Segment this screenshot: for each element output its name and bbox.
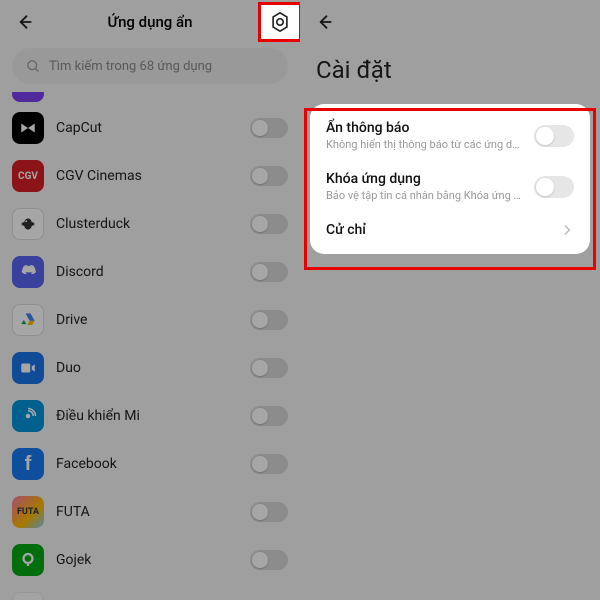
futa-icon: FUTA <box>12 496 44 528</box>
app-label: CGV Cinemas <box>56 168 238 184</box>
chevron-right-icon <box>560 223 574 237</box>
list-item[interactable]: Clusterduck <box>12 200 288 248</box>
app-label: Duo <box>56 360 238 376</box>
list-item[interactable]: CGV CGV Cinemas <box>12 152 288 200</box>
app-label: Facebook <box>56 456 238 472</box>
list-item[interactable]: Drive <box>12 296 288 344</box>
discord-icon <box>12 256 44 288</box>
hide-notifications-row[interactable]: Ẩn thông báo Không hiển thị thông báo từ… <box>310 110 590 161</box>
app-toggle[interactable] <box>250 406 288 426</box>
facebook-icon: f <box>12 448 44 480</box>
app-label: Clusterduck <box>56 216 238 232</box>
app-list: CapCut CGV CGV Cinemas Clusterduck Disco… <box>0 92 300 600</box>
list-item[interactable]: Gojek <box>12 536 288 584</box>
app-toggle[interactable] <box>250 118 288 138</box>
setting-subtitle: Bảo vệ tập tin cá nhân bằng Khóa ứng dụn… <box>326 189 524 202</box>
app-toggle[interactable] <box>250 454 288 474</box>
app-lock-toggle[interactable] <box>534 176 574 198</box>
list-item[interactable]: Google Podcasts <box>12 584 288 600</box>
partial-app-icon <box>12 92 44 102</box>
app-toggle[interactable] <box>250 358 288 378</box>
mi-remote-icon <box>12 400 44 432</box>
drive-icon <box>12 304 44 336</box>
back-arrow-icon <box>314 12 334 32</box>
app-label: Gojek <box>56 552 238 568</box>
gojek-icon <box>12 544 44 576</box>
settings-title: Cài đặt <box>300 44 600 104</box>
app-toggle[interactable] <box>250 166 288 186</box>
list-item[interactable]: Duo <box>12 344 288 392</box>
list-item[interactable]: Discord <box>12 248 288 296</box>
search-icon <box>26 59 41 74</box>
setting-title: Cử chỉ <box>326 222 550 238</box>
right-header <box>300 0 600 44</box>
capcut-icon <box>12 112 44 144</box>
app-toggle[interactable] <box>250 214 288 234</box>
page-title: Ứng dụng ẩn <box>108 13 193 31</box>
app-label: Discord <box>56 264 238 280</box>
clusterduck-icon <box>12 208 44 240</box>
app-label: FUTA <box>56 504 238 520</box>
app-label: Điều khiển Mi <box>56 408 238 424</box>
hide-notifications-toggle[interactable] <box>534 125 574 147</box>
setting-title: Khóa ứng dụng <box>326 171 524 187</box>
gesture-row[interactable]: Cử chỉ <box>310 212 590 248</box>
app-label: Drive <box>56 312 238 328</box>
app-lock-row[interactable]: Khóa ứng dụng Bảo vệ tập tin cá nhân bằn… <box>310 161 590 212</box>
settings-gear-button[interactable] <box>252 4 288 40</box>
back-button[interactable] <box>312 10 336 34</box>
cgv-icon: CGV <box>12 160 44 192</box>
list-item[interactable]: f Facebook <box>12 440 288 488</box>
hidden-apps-panel: Ứng dụng ẩn Tìm kiếm trong 68 ứng dụng C… <box>0 0 300 600</box>
list-item[interactable]: CapCut <box>12 104 288 152</box>
setting-subtitle: Không hiển thị thông báo từ các ứng dụng… <box>326 138 524 151</box>
search-input[interactable]: Tìm kiếm trong 68 ứng dụng <box>12 48 288 84</box>
app-toggle[interactable] <box>250 310 288 330</box>
app-toggle[interactable] <box>250 502 288 522</box>
list-item[interactable]: Điều khiển Mi <box>12 392 288 440</box>
app-toggle[interactable] <box>250 262 288 282</box>
settings-panel: Cài đặt Ẩn thông báo Không hiển thị thôn… <box>300 0 600 600</box>
search-placeholder: Tìm kiếm trong 68 ứng dụng <box>49 59 212 74</box>
settings-group: Ẩn thông báo Không hiển thị thông báo từ… <box>310 104 590 254</box>
app-label: CapCut <box>56 120 238 136</box>
setting-title: Ẩn thông báo <box>326 120 524 136</box>
left-header: Ứng dụng ẩn <box>0 0 300 44</box>
podcasts-icon <box>12 592 44 600</box>
list-item[interactable]: FUTA FUTA <box>12 488 288 536</box>
app-toggle[interactable] <box>250 550 288 570</box>
duo-icon <box>12 352 44 384</box>
back-arrow-icon <box>14 12 34 32</box>
back-button[interactable] <box>12 10 36 34</box>
